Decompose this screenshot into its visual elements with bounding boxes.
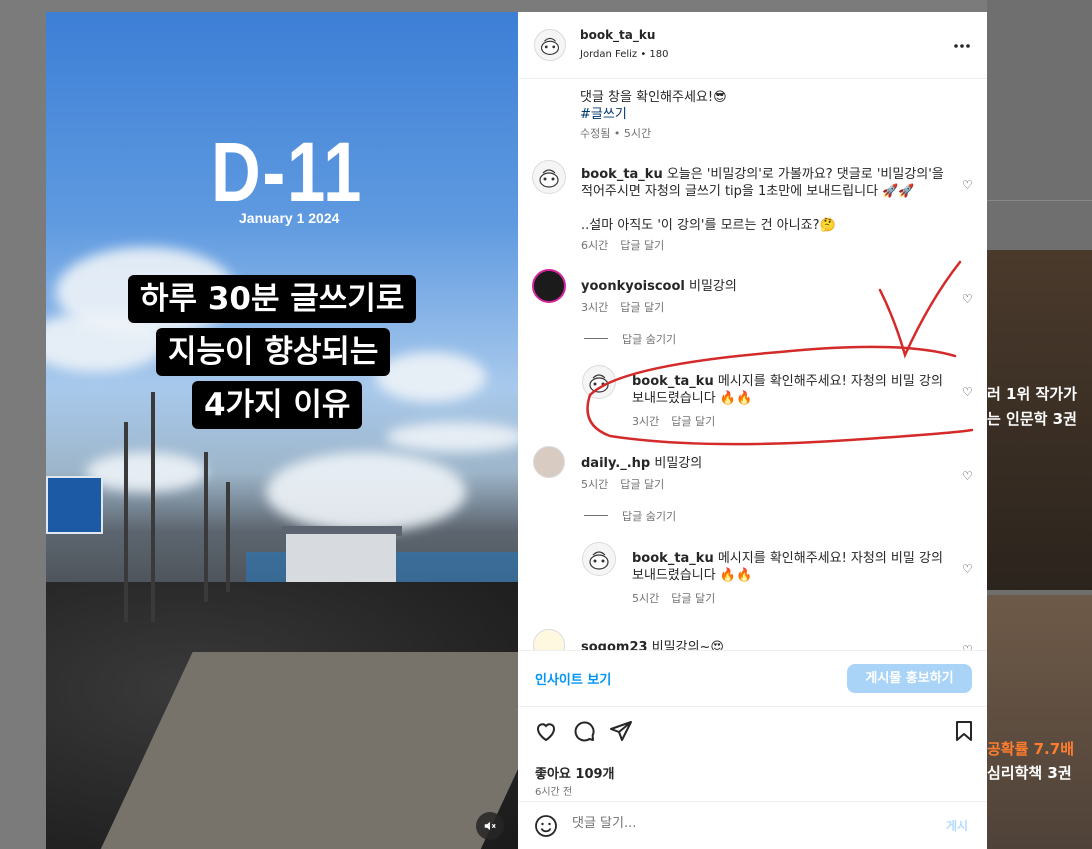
post-panel: book_ta_ku Jordan Feliz • 180 댓글 창을 확인해주… <box>518 12 987 849</box>
dday-title: D-11 <box>211 125 364 219</box>
hashtag-link[interactable]: #글쓰기 <box>580 103 627 122</box>
thumbnail-text: 공확률 7.7배 <box>987 740 1074 758</box>
reply-link[interactable]: 답글 달기 <box>620 478 664 491</box>
post-time: 6시간 전 <box>535 787 573 798</box>
comment-username[interactable]: sogom23 <box>581 640 648 650</box>
heart-icon[interactable]: ♡ <box>962 385 973 399</box>
caption-line: 4가지 이유 <box>192 381 363 429</box>
caption-meta: 수정됨 • 5시간 <box>580 127 652 140</box>
background-thumbnail[interactable]: 공확률 7.7배 심리학책 3권 <box>987 595 1092 849</box>
comment-meta: 3시간 답글 달기 <box>581 301 665 314</box>
post-media[interactable]: D-11 January 1 2024 하루 30분 글쓰기로 지능이 향상되는… <box>46 12 518 849</box>
comment-text: 적어주시면 자청의 글쓰기 tip을 1초만에 보내드립니다 🚀🚀 <box>581 184 915 199</box>
comment-text: ..설마 아직도 '이 강의'를 모르는 건 아니죠?🤔 <box>581 218 836 233</box>
comment-icon[interactable] <box>572 719 596 743</box>
comment-meta: 6시간 답글 달기 <box>581 239 665 252</box>
post-header: book_ta_ku Jordan Feliz • 180 <box>518 12 987 79</box>
post-modal: D-11 January 1 2024 하루 30분 글쓰기로 지능이 향상되는… <box>46 12 987 849</box>
header-audio[interactable]: Jordan Feliz • 180 <box>580 49 669 60</box>
likes-count[interactable]: 좋아요 109개 <box>535 763 615 782</box>
comment-text: daily._.hp 비밀강의 <box>581 456 703 471</box>
reply-link[interactable]: 답글 달기 <box>671 415 715 428</box>
background-thumbnail[interactable]: 러 1위 작가가 는 인문학 3권 <box>987 250 1092 590</box>
hide-replies-button[interactable]: 답글 숨기기 <box>622 508 676 524</box>
comment-meta: 5시간 답글 달기 <box>581 478 665 491</box>
reply-link[interactable]: 답글 달기 <box>620 239 664 252</box>
thumbnail-text: 는 인문학 3권 <box>987 410 1077 428</box>
heart-icon[interactable]: ♡ <box>962 178 973 192</box>
share-icon[interactable] <box>609 719 633 743</box>
avatar[interactable] <box>533 629 565 650</box>
date-text: January 1 2024 <box>239 210 340 226</box>
comment-text: sogom23 비밀강의~😍 <box>581 636 724 650</box>
view-insights-link[interactable]: 인사이트 보기 <box>535 669 611 688</box>
avatar[interactable] <box>532 160 566 194</box>
avatar[interactable] <box>582 542 616 576</box>
caption-line: 지능이 향상되는 <box>156 328 391 376</box>
heart-icon[interactable]: ♡ <box>962 469 973 483</box>
heart-icon[interactable] <box>534 719 558 743</box>
background-divider <box>987 200 1092 201</box>
avatar[interactable] <box>533 446 565 478</box>
heart-icon[interactable]: ♡ <box>962 643 973 650</box>
comments-list[interactable]: 댓글 창을 확인해주세요!😎 #글쓰기 수정됨 • 5시간 book_ta_ku… <box>518 80 987 650</box>
avatar[interactable] <box>532 269 566 303</box>
comment-meta: 3시간 답글 달기 <box>632 415 716 428</box>
reply-link[interactable]: 답글 달기 <box>671 592 715 605</box>
post-actions: 좋아요 109개 6시간 전 <box>518 706 987 801</box>
emoji-icon[interactable] <box>534 814 558 838</box>
heart-icon[interactable]: ♡ <box>962 562 973 576</box>
thumbnail-text: 심리학책 3권 <box>987 764 1072 782</box>
building <box>286 534 396 582</box>
heart-icon[interactable]: ♡ <box>962 292 973 306</box>
insights-bar: 인사이트 보기 게시물 홍보하기 <box>518 650 987 706</box>
header-username[interactable]: book_ta_ku <box>580 28 655 42</box>
reply-text: 보내드렸습니다 🔥🔥 <box>632 391 753 406</box>
hide-replies-button[interactable]: 답글 숨기기 <box>622 331 676 347</box>
avatar[interactable] <box>534 29 566 61</box>
comment-username[interactable]: yoonkyoiscool <box>581 279 685 294</box>
comment-text: yoonkyoiscool 비밀강의 <box>581 279 737 294</box>
comment-input[interactable] <box>572 816 932 831</box>
thumbnail-text: 러 1위 작가가 <box>987 385 1077 403</box>
road-sign <box>46 476 103 534</box>
reply-link[interactable]: 답글 달기 <box>620 301 664 314</box>
comment-username[interactable]: daily._.hp <box>581 456 650 471</box>
reply-text: 보내드렸습니다 🔥🔥 <box>632 568 753 583</box>
promote-post-button[interactable]: 게시물 홍보하기 <box>847 664 972 693</box>
avatar[interactable] <box>582 365 616 399</box>
post-comment-button[interactable]: 게시 <box>946 817 968 834</box>
caption-line: 하루 30분 글쓰기로 <box>128 275 417 323</box>
comment-meta: 5시간 답글 달기 <box>632 592 716 605</box>
speaker-muted-icon[interactable] <box>476 812 504 840</box>
comment-box: 게시 <box>518 801 987 849</box>
bookmark-icon[interactable] <box>952 719 976 743</box>
more-horizontal-icon[interactable] <box>952 36 972 56</box>
